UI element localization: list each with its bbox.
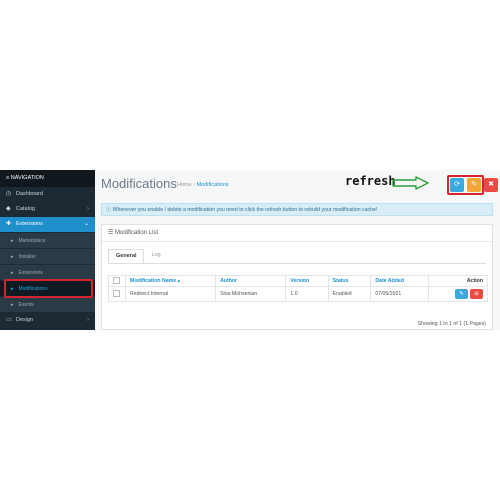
- table-row: Redirect Internal Sina Mohsenian 1.0 Ena…: [108, 286, 489, 302]
- sidebar-subitem-label: Extensions: [18, 270, 43, 276]
- cell-name: Redirect Internal: [124, 286, 217, 302]
- tab-log[interactable]: Log: [144, 249, 167, 263]
- sidebar-item-label: Design: [16, 317, 34, 323]
- column-header-author[interactable]: Author: [215, 275, 287, 287]
- sidebar: ≡ NAVIGATION ◷ Dashboard ◆ Catalog › ✚ Exte…: [0, 170, 95, 330]
- admin-app: ≡ NAVIGATION ◷ Dashboard ◆ Catalog › ✚ Exte…: [0, 170, 500, 330]
- tab-divider: [108, 263, 486, 264]
- breadcrumb-home[interactable]: Home: [177, 182, 192, 188]
- cell-date-added: 07/05/2021: [370, 286, 429, 302]
- chevron-right-icon: ›: [87, 317, 89, 323]
- tab-general[interactable]: General: [108, 249, 145, 263]
- select-all-cell: [108, 275, 126, 287]
- monitor-icon: ▭: [6, 317, 12, 323]
- breadcrumb-separator: ›: [193, 182, 196, 188]
- sidebar-subitem-label: Marketplace: [18, 238, 46, 244]
- caret-right-icon: ►: [10, 254, 15, 259]
- sidebar-item-design[interactable]: ▭ Design ›: [0, 313, 95, 328]
- chevron-down-icon: ⌄: [83, 221, 89, 227]
- sidebar-item-label: Catalog: [16, 206, 35, 212]
- refresh-highlight-box: [447, 175, 484, 195]
- arrow-right-icon: [392, 176, 429, 190]
- cell-status: Enabled: [327, 286, 372, 302]
- column-header-action: Action: [427, 275, 489, 287]
- main-content: Modifications Home › Modifications refre…: [95, 170, 500, 330]
- column-header-version[interactable]: Version: [285, 275, 329, 287]
- breadcrumb-current[interactable]: Modifications: [197, 182, 229, 188]
- breadcrumb: Home › Modifications: [177, 182, 229, 188]
- sidebar-item-catalog[interactable]: ◆ Catalog ›: [0, 202, 95, 217]
- nav-heading: ≡ NAVIGATION: [0, 170, 95, 187]
- select-all-checkbox[interactable]: [113, 276, 120, 284]
- tag-icon: ◆: [6, 206, 11, 212]
- row-checkbox[interactable]: [113, 289, 120, 297]
- column-header-status[interactable]: Status: [327, 275, 372, 287]
- sidebar-item-dashboard[interactable]: ◷ Dashboard: [0, 187, 95, 202]
- cell-version: 1.0: [285, 286, 329, 302]
- column-header-date-added[interactable]: Date Added: [370, 275, 429, 287]
- chevron-right-icon: ›: [87, 206, 89, 212]
- sidebar-item-label: Dashboard: [16, 191, 43, 197]
- cell-actions: ✎ ⊖: [427, 286, 489, 302]
- disable-button[interactable]: ⊖: [470, 289, 483, 299]
- caret-right-icon: ►: [10, 302, 15, 307]
- sidebar-subitem-label: Events: [18, 302, 34, 308]
- modifications-highlight-box: [4, 279, 93, 298]
- caret-right-icon: ►: [10, 270, 15, 275]
- row-select-cell: [108, 286, 126, 302]
- table-header-row: Modification Name ▴ Author Version Statu…: [108, 275, 489, 287]
- sidebar-item-extensions[interactable]: ✚ Extensions ⌄: [0, 217, 95, 232]
- panel-title: ☰ Modification List: [102, 225, 492, 242]
- sidebar-subitem-installer[interactable]: ► Installer: [0, 249, 95, 264]
- cell-author: Sina Mohsenian: [215, 286, 287, 302]
- sidebar-subitem-extensions[interactable]: ► Extensions: [0, 265, 95, 280]
- tab-bar: General Log: [108, 249, 168, 263]
- edit-link-button[interactable]: ✎: [455, 289, 468, 299]
- puzzle-icon: ✚: [6, 221, 12, 227]
- delete-button[interactable]: ✖: [484, 178, 498, 192]
- sidebar-subitem-label: Installer: [18, 254, 36, 260]
- modification-list-panel: ☰ Modification List General Log Modifica…: [101, 224, 493, 330]
- refresh-annotation-label: refresh: [345, 174, 396, 188]
- page-title: Modifications: [101, 176, 177, 191]
- pagination-results-text: Showing 1 to 1 of 1 (1 Pages): [417, 321, 486, 327]
- dashboard-icon: ◷: [6, 191, 12, 197]
- modification-table: Modification Name ▴ Author Version Statu…: [108, 275, 489, 302]
- sidebar-item-label: Extensions: [16, 221, 43, 227]
- sidebar-subitem-events[interactable]: ► Events: [0, 297, 95, 312]
- sidebar-subitem-marketplace[interactable]: ► Marketplace: [0, 233, 95, 248]
- column-header-name[interactable]: Modification Name ▴: [124, 275, 217, 287]
- info-alert: ⓘ Whenever you enable / delete a modific…: [101, 203, 493, 216]
- caret-right-icon: ►: [10, 238, 15, 243]
